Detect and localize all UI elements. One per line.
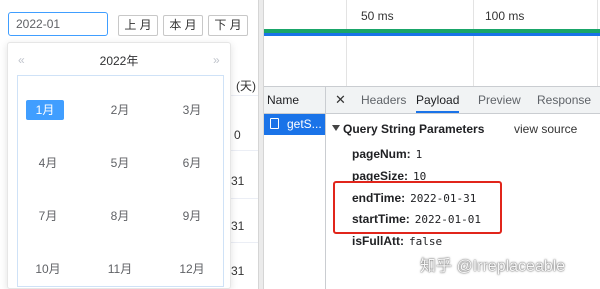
month-grid: 1月 2月 3月 4月 5月 6月 7月 8月 9月 10月 11月 12月 (17, 75, 224, 287)
devtools-panel: 50 ms 100 ms Name getS... ✕ Headers Payl… (264, 0, 600, 289)
month-cell-feb[interactable]: 2月 (101, 100, 139, 120)
prev-month-button[interactable]: 上 月 (118, 15, 158, 36)
request-list: Name getS... (264, 87, 326, 289)
table-cell: 31 (231, 264, 245, 278)
table-cell: 31 (231, 219, 245, 233)
row-divider (231, 150, 259, 151)
detail-tabs: ✕ Headers Payload Preview Response (326, 87, 600, 114)
param-key: isFullAtt: (352, 234, 404, 248)
close-icon[interactable]: ✕ (335, 87, 346, 113)
timeline-gridline (597, 0, 598, 86)
section-header[interactable]: Query String Parameters (343, 122, 484, 136)
row-divider (231, 95, 259, 96)
network-timeline[interactable]: 50 ms 100 ms (264, 0, 600, 86)
param-row: pageNum: 1 (352, 147, 422, 161)
timeline-gridline (473, 0, 474, 86)
table-cell: 0 (234, 128, 241, 142)
next-year-icon[interactable]: » (213, 53, 220, 67)
param-row: isFullAtt: false (352, 234, 442, 248)
request-row-selected[interactable]: getS... (264, 114, 325, 135)
tab-preview[interactable]: Preview (478, 87, 521, 113)
month-input[interactable]: 2022-01 (8, 12, 108, 36)
month-cell-apr[interactable]: 4月 (29, 153, 67, 173)
param-value: false (409, 235, 443, 248)
month-picker-popover: « 2022年 » 1月 2月 3月 4月 5月 6月 7月 8月 9月 10月… (7, 42, 231, 289)
app-panel: 2022-01 上 月 本 月 下 月 (天) 0 31 31 31 « 202… (0, 0, 262, 289)
timeline-tick-label: 100 ms (485, 9, 525, 23)
tab-headers[interactable]: Headers (361, 87, 406, 113)
waterfall-bar-download (264, 33, 600, 36)
name-column-header[interactable]: Name (264, 87, 325, 114)
view-source-link[interactable]: view source (514, 122, 577, 136)
month-cell-aug[interactable]: 8月 (101, 206, 139, 226)
timeline-gridline (346, 0, 347, 86)
month-cell-may[interactable]: 5月 (101, 153, 139, 173)
next-month-button[interactable]: 下 月 (208, 15, 248, 36)
highlight-box (333, 181, 502, 234)
document-icon (270, 118, 279, 129)
row-divider (231, 242, 259, 243)
month-cell-dec[interactable]: 12月 (173, 259, 211, 279)
watermark: 知乎 @Irreplaceable (420, 258, 566, 275)
tab-payload[interactable]: Payload (416, 87, 460, 113)
month-cell-mar[interactable]: 3月 (173, 100, 211, 120)
timeline-tick-label: 50 ms (361, 9, 394, 23)
param-key: pageNum: (352, 147, 411, 161)
month-cell-nov[interactable]: 11月 (101, 259, 139, 279)
this-month-button[interactable]: 本 月 (163, 15, 203, 36)
month-cell-jun[interactable]: 6月 (173, 153, 211, 173)
month-cell-jul[interactable]: 7月 (29, 206, 67, 226)
month-cell-sep[interactable]: 9月 (173, 206, 211, 226)
row-divider (231, 198, 259, 199)
tab-response[interactable]: Response (537, 87, 591, 113)
table-cell: 31 (231, 174, 245, 188)
month-cell-oct[interactable]: 10月 (29, 259, 67, 279)
table-header-partial: (天) (236, 79, 256, 93)
request-name: getS... (287, 117, 322, 131)
picker-year-label[interactable]: 2022年 (8, 52, 230, 69)
month-cell-jan[interactable]: 1月 (26, 100, 64, 120)
expand-triangle-icon[interactable] (332, 125, 340, 131)
param-value: 1 (415, 148, 423, 161)
